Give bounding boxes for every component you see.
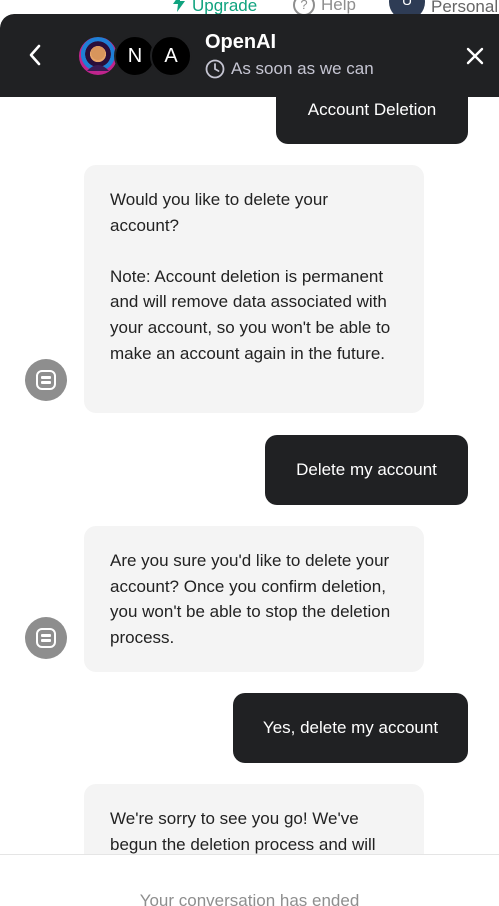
user-message-text: Account Deletion — [307, 100, 437, 119]
close-button[interactable] — [461, 42, 489, 70]
chat-footer: Your conversation has ended — [0, 854, 499, 906]
bot-message-text: Would you like to delete your account? — [110, 190, 328, 235]
bot-avatar — [25, 617, 67, 659]
bot-icon — [36, 370, 56, 390]
bot-message-text: Are you sure you'd like to delete your a… — [110, 551, 391, 647]
bot-message: Are you sure you'd like to delete your a… — [84, 526, 424, 672]
upgrade-link[interactable]: Upgrade — [172, 0, 257, 14]
team-avatars: N A — [77, 35, 193, 77]
bot-avatar — [25, 359, 67, 401]
help-icon: ? — [293, 0, 315, 14]
agent-avatar-a: A — [150, 35, 192, 77]
bot-icon — [36, 628, 56, 648]
account-menu[interactable]: U Personal — [389, 0, 498, 14]
help-link[interactable]: ? Help — [293, 0, 356, 14]
close-icon — [466, 47, 484, 65]
upgrade-label: Upgrade — [192, 0, 258, 14]
bot-message-text: We're sorry to see you go! We've begun t… — [110, 809, 376, 854]
bot-message: Would you like to delete your account? N… — [84, 165, 424, 413]
personal-label: Personal — [431, 0, 499, 14]
user-message-text: Yes, delete my account — [262, 718, 439, 737]
back-button[interactable] — [22, 40, 48, 70]
user-message: Delete my account — [265, 435, 468, 505]
chevron-left-icon — [29, 44, 41, 66]
user-avatar: U — [389, 0, 425, 14]
conversation-ended-text: Your conversation has ended — [139, 891, 360, 906]
chat-header: N A OpenAI As soon as we can — [0, 14, 499, 97]
support-chat-panel: N A OpenAI As soon as we can Account Del… — [0, 14, 499, 906]
help-label: Help — [321, 0, 356, 14]
chat-title: OpenAI — [205, 31, 277, 53]
response-time: As soon as we can — [205, 59, 374, 79]
user-message-text: Delete my account — [296, 460, 437, 479]
agent-photo-avatar — [77, 35, 119, 77]
lightning-icon — [172, 0, 186, 14]
bot-message-text: Note: Account deletion is permanent and … — [110, 266, 391, 363]
user-message: Yes, delete my account — [233, 693, 468, 763]
clock-icon — [205, 59, 225, 79]
background-top-nav: Upgrade ? Help U Personal — [0, 0, 499, 14]
response-time-label: As soon as we can — [231, 59, 374, 78]
